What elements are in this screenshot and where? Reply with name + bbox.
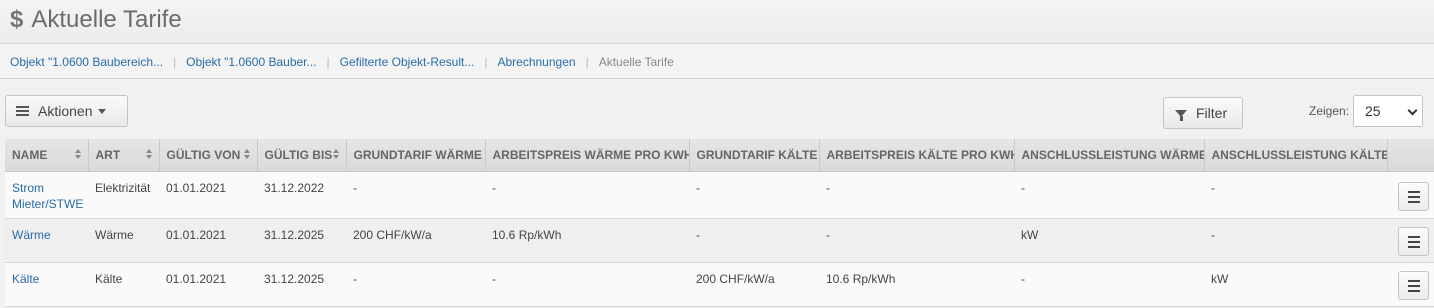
breadcrumb-item-objekt-1[interactable]: Objekt "1.0600 Baubereich... (10, 55, 163, 69)
column-header-grundtarif-kaelte: Grundtarif Kälte (689, 139, 820, 172)
page-size-value: 25 (1365, 103, 1381, 119)
dollar-icon: $ (10, 6, 24, 33)
actions-label: Aktionen (38, 103, 93, 119)
row-menu-button[interactable] (1398, 226, 1429, 256)
cell-arbeitspreis-kaelte: - (819, 218, 1014, 263)
page-header: $ Aktuelle Tarife (0, 0, 1434, 44)
table-row: Strom Mieter/STWE Elektrizität 01.01.202… (5, 171, 1434, 219)
row-menu-button[interactable] (1398, 270, 1429, 300)
breadcrumb-item-objekt-2[interactable]: Objekt "1.0600 Bauber... (186, 55, 316, 69)
breadcrumb-separator: | (484, 54, 488, 69)
cell-gueltig-bis: 31.12.2025 (257, 218, 346, 263)
sort-icon (145, 149, 153, 161)
filter-icon (1175, 109, 1187, 121)
cell-anschluss-waerme: - (1014, 262, 1204, 307)
cell-gueltig-von: 01.01.2021 (159, 171, 257, 219)
table-row: Kälte Kälte 01.01.2021 31.12.2025 - - 20… (5, 262, 1434, 307)
column-header-anschlussleistung-waerme: Anschlussleistung Wärme (1014, 139, 1205, 172)
page-size-select[interactable]: 25 (1353, 95, 1423, 127)
cell-arbeitspreis-kaelte: - (819, 171, 1014, 219)
table-row: Wärme Wärme 01.01.2021 31.12.2025 200 CH… (5, 218, 1434, 263)
row-name-link[interactable]: Strom Mieter/STWE (12, 181, 83, 211)
column-header-name[interactable]: Name (5, 139, 89, 172)
hamburger-icon (16, 106, 29, 116)
column-header-art[interactable]: Art (88, 139, 160, 172)
cell-art: Elektrizität (88, 171, 159, 219)
breadcrumb-item-gefilterte[interactable]: Gefilterte Objekt-Result... (340, 55, 475, 69)
chevron-down-icon (1407, 105, 1418, 116)
cell-grundtarif-kaelte: - (689, 218, 819, 263)
cell-grundtarif-waerme: - (346, 262, 485, 307)
column-header-arbeitspreis-waerme: Arbeitspreis Wärme pro kWh (485, 139, 690, 172)
column-header-grundtarif-waerme: Grundtarif Wärme (346, 139, 486, 172)
cell-grundtarif-kaelte: 200 CHF/kW/a (689, 262, 819, 307)
cell-arbeitspreis-waerme: 10.6 Rp/kWh (485, 218, 689, 263)
row-menu-button[interactable] (1398, 181, 1429, 211)
cell-grundtarif-kaelte: - (689, 171, 819, 219)
breadcrumb-item-abrechnungen[interactable]: Abrechnungen (497, 55, 575, 69)
cell-arbeitspreis-waerme: - (485, 171, 689, 219)
cell-gueltig-von: 01.01.2021 (159, 218, 257, 263)
cell-anschluss-waerme: - (1014, 171, 1204, 219)
column-header-anschlussleistung-kaelte: Anschlussleistung Kälte (1204, 139, 1388, 172)
breadcrumb-current: Aktuelle Tarife (598, 54, 674, 69)
cell-gueltig-von: 01.01.2021 (159, 262, 257, 307)
cell-gueltig-bis: 31.12.2022 (257, 171, 346, 219)
breadcrumb: Objekt "1.0600 Baubereich... | Objekt "1… (0, 45, 1434, 79)
page-size-label: Zeigen: (1309, 104, 1350, 118)
column-header-gueltig-von[interactable]: Gültig von (159, 139, 258, 172)
cell-anschluss-waerme: kW (1014, 218, 1204, 263)
breadcrumb-separator: | (585, 54, 589, 69)
tariffs-table: Name Art Gültig von Gültig bis Grundtari… (5, 139, 1434, 307)
column-header-arbeitspreis-kaelte: Arbeitspreis Kälte pro kWh (819, 139, 1015, 172)
cell-grundtarif-waerme: 200 CHF/kW/a (346, 218, 485, 263)
row-name-link[interactable]: Wärme (12, 228, 51, 242)
page-title: $ Aktuelle Tarife (10, 6, 182, 34)
toolbar: Aktionen Filter Zeigen: 25 (0, 80, 1434, 138)
breadcrumb-separator: | (326, 54, 330, 69)
column-header-actions (1387, 139, 1434, 172)
sort-icon (74, 149, 82, 161)
cell-arbeitspreis-kaelte: 10.6 Rp/kWh (819, 262, 1014, 307)
cell-arbeitspreis-waerme: - (485, 262, 689, 307)
actions-button[interactable]: Aktionen (5, 95, 128, 127)
cell-anschluss-kaelte: - (1204, 218, 1387, 263)
sort-icon (332, 149, 340, 161)
column-header-gueltig-bis[interactable]: Gültig bis (257, 139, 347, 172)
filter-label: Filter (1196, 105, 1228, 121)
caret-down-icon (98, 108, 107, 114)
row-name-link[interactable]: Kälte (12, 272, 39, 286)
filter-button[interactable]: Filter (1163, 97, 1243, 129)
table-header-row: Name Art Gültig von Gültig bis Grundtari… (5, 139, 1434, 172)
breadcrumb-separator: | (173, 54, 177, 69)
cell-anschluss-kaelte: kW (1204, 262, 1387, 307)
cell-art: Wärme (88, 218, 159, 263)
cell-anschluss-kaelte: - (1204, 171, 1387, 219)
sort-icon (243, 149, 251, 161)
cell-gueltig-bis: 31.12.2025 (257, 262, 346, 307)
page-title-text: Aktuelle Tarife (31, 6, 182, 33)
cell-grundtarif-waerme: - (346, 171, 485, 219)
cell-art: Kälte (88, 262, 159, 307)
